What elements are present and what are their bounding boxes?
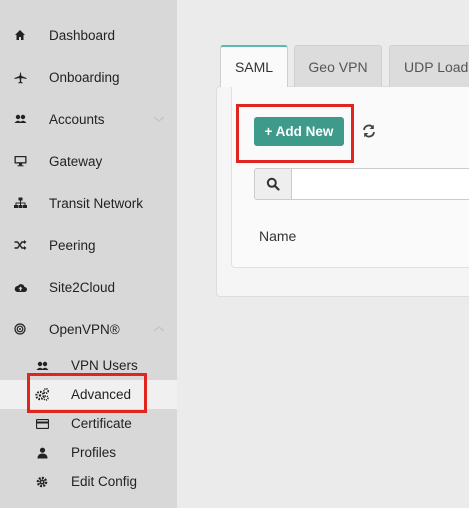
tab-saml[interactable]: SAML <box>220 45 288 87</box>
sidebar-item-peering[interactable]: Peering <box>0 225 177 265</box>
highlight-box-add-new <box>236 104 354 163</box>
search-group <box>254 168 469 200</box>
sidebar-item-gateway[interactable]: Gateway <box>0 141 177 181</box>
sidebar-item-site2cloud[interactable]: Site2Cloud <box>0 267 177 307</box>
plane-icon <box>13 70 27 84</box>
tab-label: UDP Loadl <box>404 58 469 75</box>
chevron-down-icon <box>153 116 165 122</box>
credit-card-icon <box>35 417 49 431</box>
user-icon <box>35 446 49 460</box>
sidebar-item-label: Accounts <box>49 111 105 127</box>
sidebar-item-label: Peering <box>49 237 96 253</box>
highlight-box-advanced <box>27 373 147 413</box>
users-icon <box>35 359 49 373</box>
sidebar-item-dashboard[interactable]: Dashboard <box>0 15 177 55</box>
shuffle-icon <box>13 238 27 252</box>
users-icon <box>13 112 27 126</box>
sidebar-item-label: Site2Cloud <box>49 279 116 295</box>
home-icon <box>13 28 27 42</box>
tab-udp-loadbalance[interactable]: UDP Loadl <box>389 45 469 87</box>
sitemap-icon <box>13 196 27 210</box>
openvpn-icon <box>13 322 27 336</box>
sidebar-item-label: Dashboard <box>49 27 116 43</box>
gear-icon <box>35 475 49 489</box>
tab-geo-vpn[interactable]: Geo VPN <box>294 45 382 87</box>
search-input[interactable] <box>292 168 469 200</box>
sidebar-item-onboarding[interactable]: Onboarding <box>0 57 177 97</box>
sidebar-subitem-label: Certificate <box>71 416 132 431</box>
sidebar-subitem-profiles[interactable]: Profiles <box>0 438 177 467</box>
sidebar-subitem-label: Edit Config <box>71 474 138 489</box>
sidebar-subitem-certificate[interactable]: Certificate <box>0 409 177 438</box>
sidebar-item-transit-network[interactable]: Transit Network <box>0 183 177 223</box>
chevron-up-icon <box>153 326 165 332</box>
sidebar-item-openvpn[interactable]: OpenVPN® <box>0 309 177 349</box>
sidebar-item-label: Onboarding <box>49 69 120 85</box>
sidebar-item-label: Transit Network <box>49 195 144 211</box>
sidebar-item-accounts[interactable]: Accounts <box>0 99 177 139</box>
sidebar-subitem-label: Profiles <box>71 445 117 460</box>
refresh-icon[interactable] <box>361 123 377 139</box>
tab-label: Geo VPN <box>308 58 368 75</box>
sidebar-subitem-label: VPN Users <box>71 358 138 373</box>
sidebar-item-label: OpenVPN® <box>49 321 120 337</box>
desktop-icon <box>13 154 27 168</box>
sidebar: Dashboard Onboarding Accounts Gateway Tr… <box>0 0 177 508</box>
tab-label: SAML <box>234 59 274 75</box>
cloud-upload-icon <box>13 280 27 294</box>
sidebar-item-label: Gateway <box>49 153 103 169</box>
sidebar-subitem-edit-config[interactable]: Edit Config <box>0 467 177 496</box>
table-header-name: Name <box>259 228 297 244</box>
search-icon[interactable] <box>254 168 292 200</box>
